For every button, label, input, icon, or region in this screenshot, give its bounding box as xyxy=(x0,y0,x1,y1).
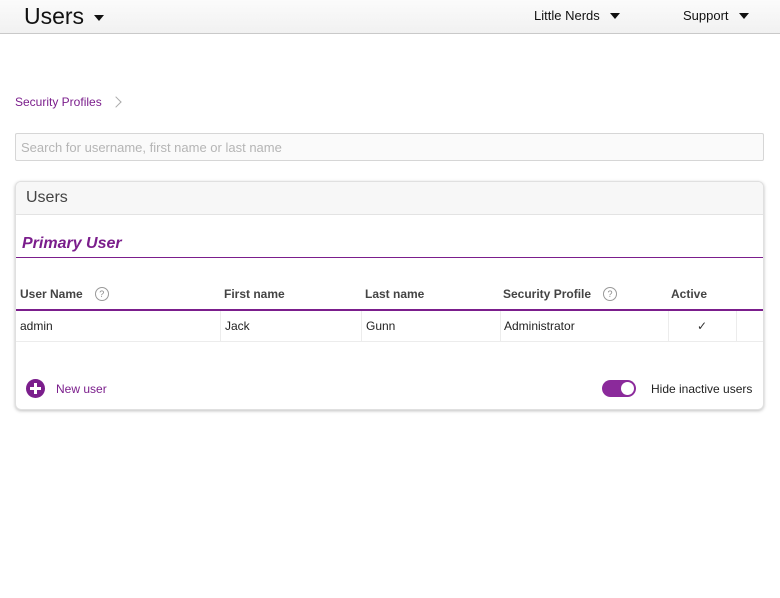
help-icon[interactable]: ? xyxy=(603,287,618,301)
cell-divider xyxy=(736,311,737,342)
support-menu-label: Support xyxy=(683,8,729,23)
org-menu[interactable]: Little Nerds xyxy=(534,8,620,23)
chevron-down-icon xyxy=(738,12,749,19)
column-header-label: User Name xyxy=(20,287,83,301)
column-header-first-name[interactable]: First name xyxy=(224,287,285,301)
chevron-right-icon xyxy=(110,96,122,108)
column-header-last-name[interactable]: Last name xyxy=(365,287,424,301)
column-header-label: Security Profile xyxy=(503,287,592,301)
table-row[interactable]: admin Jack Gunn Administrator ✓ xyxy=(16,311,763,342)
help-icon[interactable]: ? xyxy=(94,287,109,301)
search-input[interactable] xyxy=(15,133,764,161)
plus-circle-icon xyxy=(26,379,45,398)
column-header-security-profile[interactable]: Security Profile ? xyxy=(503,287,618,301)
top-bar: Users Little Nerds Support xyxy=(0,0,780,34)
hide-inactive-label: Hide inactive users xyxy=(651,382,753,396)
breadcrumb-security-profiles[interactable]: Security Profiles xyxy=(15,95,102,109)
cell-divider xyxy=(500,311,501,342)
section-title: Primary User xyxy=(22,235,122,252)
new-user-button[interactable]: New user xyxy=(26,379,107,398)
chevron-down-icon xyxy=(609,12,620,19)
card-title: Users xyxy=(16,182,763,215)
column-header-label: First name xyxy=(224,287,285,301)
users-card: Users Primary User User Name ? First nam… xyxy=(15,181,764,410)
cell-first-name: Jack xyxy=(225,319,250,333)
new-user-label: New user xyxy=(56,381,107,396)
column-header-username[interactable]: User Name ? xyxy=(20,287,109,301)
support-menu[interactable]: Support xyxy=(683,8,749,23)
column-header-label: Last name xyxy=(365,287,425,301)
breadcrumb: Security Profiles xyxy=(15,95,122,109)
chevron-down-icon xyxy=(94,14,105,21)
cell-divider xyxy=(361,311,362,342)
check-icon: ✓ xyxy=(697,319,708,333)
toggle-knob xyxy=(621,382,634,395)
column-header-label: Active xyxy=(671,287,708,301)
cell-divider xyxy=(668,311,669,342)
column-header-active[interactable]: Active xyxy=(671,287,707,301)
app-title-menu[interactable]: Users xyxy=(24,3,105,30)
page-title: Users xyxy=(24,3,85,29)
cell-security-profile: Administrator xyxy=(504,319,575,333)
hide-inactive-toggle[interactable] xyxy=(602,380,636,397)
cell-divider xyxy=(220,311,221,342)
org-menu-label: Little Nerds xyxy=(534,8,600,23)
cell-username: admin xyxy=(20,319,53,333)
cell-last-name: Gunn xyxy=(366,319,396,333)
section-divider xyxy=(16,257,763,258)
